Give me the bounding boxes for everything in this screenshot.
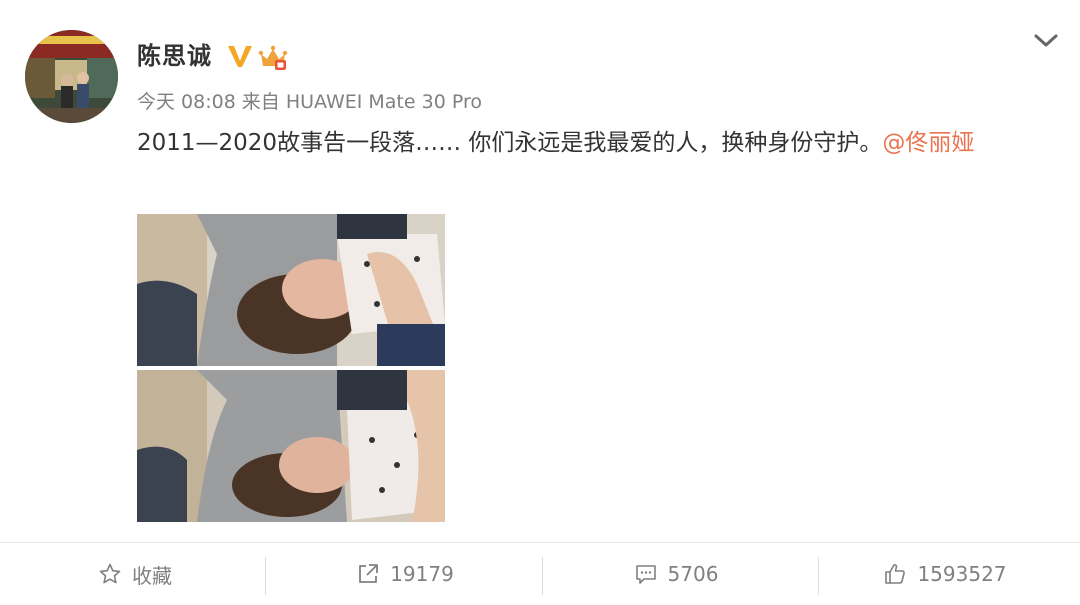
- repost-button[interactable]: 19179: [270, 543, 540, 605]
- star-icon: [99, 563, 121, 584]
- photo-image-2: [137, 370, 445, 522]
- post-body: 2011—2020故事告一段落…… 你们永远是我最爱的人，换种身份守护。: [137, 130, 883, 156]
- avatar-image: [25, 30, 118, 123]
- post-text: 2011—2020故事告一段落…… 你们永远是我最爱的人，换种身份守护。@佟丽娅: [137, 128, 974, 158]
- comment-count: 5706: [667, 562, 719, 586]
- favorite-label: 收藏: [132, 563, 172, 588]
- source-device[interactable]: HUAWEI Mate 30 Pro: [286, 91, 482, 113]
- avatar[interactable]: [25, 30, 118, 123]
- source-prefix: 来自: [241, 91, 280, 113]
- mention-link[interactable]: @佟丽娅: [882, 130, 974, 156]
- like-count: 1593527: [917, 562, 1007, 586]
- photo-image-1: [137, 214, 445, 366]
- photo-grid: [137, 214, 445, 522]
- comment-button[interactable]: 5706: [541, 543, 811, 605]
- post-meta: 今天 08:08 来自 HUAWEI Mate 30 Pro: [137, 89, 482, 115]
- post-photo-1[interactable]: [137, 214, 445, 366]
- like-button[interactable]: 1593527: [810, 543, 1080, 605]
- favorite-button[interactable]: 收藏: [0, 543, 270, 605]
- share-icon: [359, 564, 379, 583]
- post-time[interactable]: 今天 08:08: [137, 91, 236, 113]
- thumbs-up-icon: [885, 564, 906, 584]
- chevron-down-icon[interactable]: [1033, 32, 1059, 50]
- repost-count: 19179: [390, 562, 454, 586]
- vip-crown-icon[interactable]: [258, 42, 288, 72]
- comment-icon: [635, 565, 656, 584]
- post-photo-2[interactable]: [137, 370, 445, 522]
- verified-v-icon: [228, 46, 252, 67]
- author-name[interactable]: 陈思诚: [137, 40, 212, 72]
- action-separator: [265, 557, 266, 595]
- action-bar: 收藏 19179 5706 1593527: [0, 543, 1080, 605]
